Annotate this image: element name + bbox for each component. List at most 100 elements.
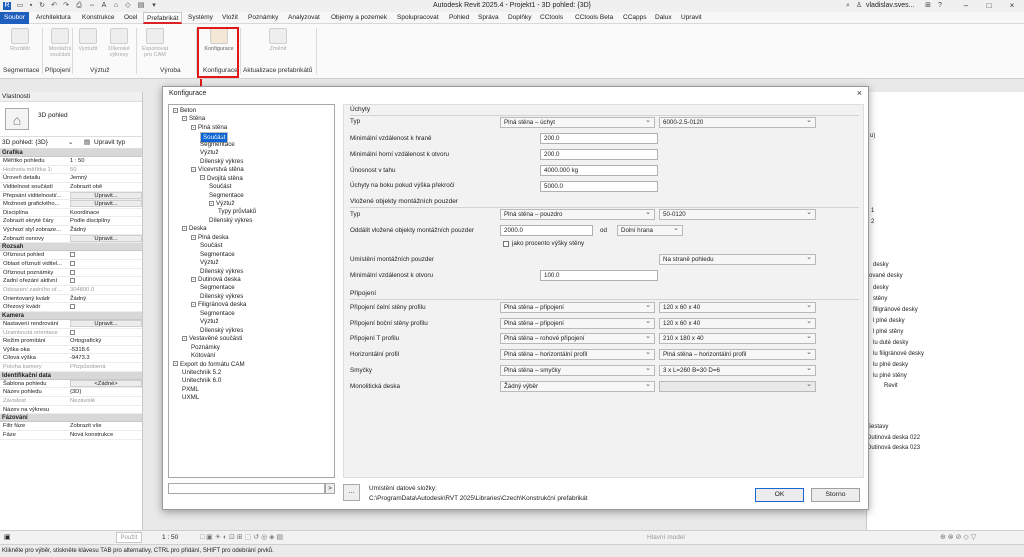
- view-controls-icons[interactable]: □ ▣ ☀ ◐ ⊡ ⊞ ⬚ ↺ ◎ ◈ ▤: [200, 533, 283, 543]
- tab-upravit[interactable]: Upravit: [681, 12, 702, 24]
- browser-item[interactable]: desky: [873, 262, 889, 268]
- cam-export-button[interactable]: Exportovat pro CAM: [140, 26, 170, 66]
- cart-icon[interactable]: ⊞: [924, 2, 932, 10]
- browser-item[interactable]: Sestavy: [867, 424, 888, 430]
- tree-node[interactable]: - Výztuž: [209, 200, 235, 207]
- connection-size-select[interactable]: 120 x 60 x 40: [659, 317, 816, 329]
- place-select[interactable]: Na straně pohledu: [659, 254, 816, 265]
- property-edit-button[interactable]: Upravit...: [70, 200, 142, 208]
- connection-size-select[interactable]: Plná stěna – horizontální profil: [659, 349, 816, 361]
- property-checkbox[interactable]: [70, 278, 75, 284]
- collapse-toggle-icon[interactable]: -: [191, 124, 196, 130]
- property-edit-button[interactable]: <Žádné>: [70, 379, 142, 387]
- property-value[interactable]: Zobrazit obě: [70, 183, 142, 191]
- percent-checkbox[interactable]: [503, 241, 509, 247]
- property-value[interactable]: Zobrazit vše: [70, 422, 142, 430]
- tab-pohled[interactable]: Pohled: [449, 12, 469, 24]
- tab-systemy[interactable]: Systémy: [188, 12, 213, 24]
- browser-item[interactable]: Dutinová deska 023: [867, 445, 920, 451]
- collapse-toggle-icon[interactable]: -: [209, 200, 214, 206]
- connection-type-select[interactable]: Plná stěna – připojení: [500, 317, 655, 329]
- connection-size-select[interactable]: 120 x 60 x 40: [659, 302, 816, 313]
- tab-ccapps[interactable]: CCapps: [623, 12, 646, 24]
- browser-item[interactable]: 2: [871, 219, 874, 225]
- close-icon[interactable]: ×: [857, 88, 862, 98]
- tree-node[interactable]: Typy průvlaků: [218, 208, 256, 215]
- collapse-toggle-icon[interactable]: -: [191, 302, 196, 308]
- tree-node[interactable]: - Dutinová deska: [191, 276, 241, 283]
- tree-node[interactable]: Výztuž: [200, 259, 219, 266]
- property-edit-button[interactable]: Upravit...: [70, 319, 142, 327]
- tree-node[interactable]: UXML: [182, 394, 199, 401]
- property-value[interactable]: -5318.6: [70, 346, 142, 354]
- property-value[interactable]: Žádný: [70, 295, 142, 303]
- browser-item[interactable]: filigránové desky: [873, 307, 918, 313]
- browser-item[interactable]: 1: [871, 208, 874, 214]
- tree-node[interactable]: - Vícevrstvá stěna: [191, 166, 244, 173]
- property-edit-button[interactable]: Upravit...: [70, 234, 142, 242]
- property-checkbox[interactable]: [70, 269, 75, 275]
- apply-button[interactable]: Použít: [116, 532, 142, 543]
- offset-edge-select[interactable]: Dolní hrana: [617, 225, 683, 236]
- tree-node[interactable]: Poznámky: [191, 344, 220, 351]
- tree-node[interactable]: - Export do formátu CAM: [173, 361, 245, 368]
- browser-item[interactable]: desky: [873, 285, 889, 291]
- tree-node[interactable]: - Stěna: [182, 115, 205, 122]
- collapse-toggle-icon[interactable]: -: [173, 107, 178, 113]
- property-value[interactable]: Ortografický: [70, 337, 142, 345]
- connection-type-select[interactable]: Plná stěna – připojení: [500, 302, 655, 313]
- browser-item[interactable]: stěny: [873, 296, 887, 302]
- property-section-header[interactable]: Identifikační data: [0, 371, 142, 380]
- tree-node[interactable]: - Vestavěné součásti: [182, 335, 242, 342]
- tree-node[interactable]: Součást: [209, 183, 231, 190]
- connection-size-select[interactable]: 3 x L=260 B=30 D=6: [659, 364, 816, 376]
- tree-node[interactable]: Segmentace: [209, 192, 244, 199]
- tree-node[interactable]: Dílenský výkres: [209, 217, 252, 224]
- tab-soubor[interactable]: Soubor: [0, 12, 29, 24]
- tree-node[interactable]: Segmentace: [200, 284, 235, 291]
- collapse-toggle-icon[interactable]: -: [191, 276, 196, 282]
- property-checkbox-cell[interactable]: [70, 303, 142, 311]
- tree-node[interactable]: Dílenský výkres: [200, 293, 243, 300]
- tree-node[interactable]: Dílenský výkres: [200, 158, 243, 165]
- view-selector[interactable]: 3D pohled: {3D}: [2, 139, 48, 146]
- select-filter-icons[interactable]: ⊕ ⊗ ⊘ ◇ ▽: [940, 533, 976, 543]
- close-button[interactable]: ×: [1001, 0, 1023, 12]
- browser-item[interactable]: lu duté desky: [873, 340, 908, 346]
- tree-search-input[interactable]: [168, 483, 325, 494]
- minimize-button[interactable]: –: [955, 0, 977, 12]
- tab-konstrukce[interactable]: Konstrukce: [82, 12, 115, 24]
- tree-search-button[interactable]: >: [325, 483, 335, 494]
- property-checkbox[interactable]: [70, 304, 75, 310]
- property-edit-button[interactable]: Upravit...: [70, 191, 142, 199]
- collapse-toggle-icon[interactable]: -: [182, 336, 187, 342]
- property-section-header[interactable]: Grafika: [0, 149, 142, 157]
- browser-item[interactable]: lu plné stěny: [873, 373, 907, 379]
- property-section-header[interactable]: Rozsah: [0, 243, 142, 252]
- uchyty-code-select[interactable]: 6000-2.5-0120: [659, 117, 816, 128]
- active-model[interactable]: Hlavní model: [647, 533, 685, 543]
- connection-type-select[interactable]: Plná stěna – horizontální profil: [500, 349, 655, 361]
- tab-poznamky[interactable]: Poznámky: [248, 12, 278, 24]
- vlozene-code-select[interactable]: 50-0120: [659, 209, 816, 220]
- offset-input[interactable]: 2000.0: [500, 225, 593, 236]
- connection-type-select[interactable]: Žádný výběr: [500, 380, 655, 392]
- tree-node[interactable]: Kótování: [191, 352, 215, 359]
- property-section-header[interactable]: Kamera: [0, 311, 142, 320]
- collapse-toggle-icon[interactable]: -: [200, 175, 205, 181]
- tree-node[interactable]: - Dvojitá stěna: [200, 175, 243, 182]
- connection-type-select[interactable]: Plná stěna – smyčky: [500, 364, 655, 376]
- property-section-header[interactable]: Fázování: [0, 414, 142, 423]
- tab-architektura[interactable]: Architektura: [36, 12, 71, 24]
- tree-node[interactable]: - Plná stěna: [191, 124, 227, 131]
- dilenske-vykresy-button[interactable]: Dílenské výkresy: [104, 26, 134, 66]
- tree-node[interactable]: Unitechnik 5.2: [182, 369, 221, 376]
- user-name[interactable]: vladislav.sves...: [866, 0, 915, 12]
- tree-node[interactable]: - Filigránová deska: [191, 301, 247, 308]
- property-checkbox-cell[interactable]: [70, 260, 142, 268]
- tab-cctools[interactable]: CCtools: [540, 12, 563, 24]
- tab-vlozit[interactable]: Vložit: [222, 12, 238, 24]
- browser-item[interactable]: rované desky: [867, 273, 903, 279]
- tree-node[interactable]: Segmentace: [200, 310, 235, 317]
- tree-node[interactable]: Součást: [200, 242, 222, 249]
